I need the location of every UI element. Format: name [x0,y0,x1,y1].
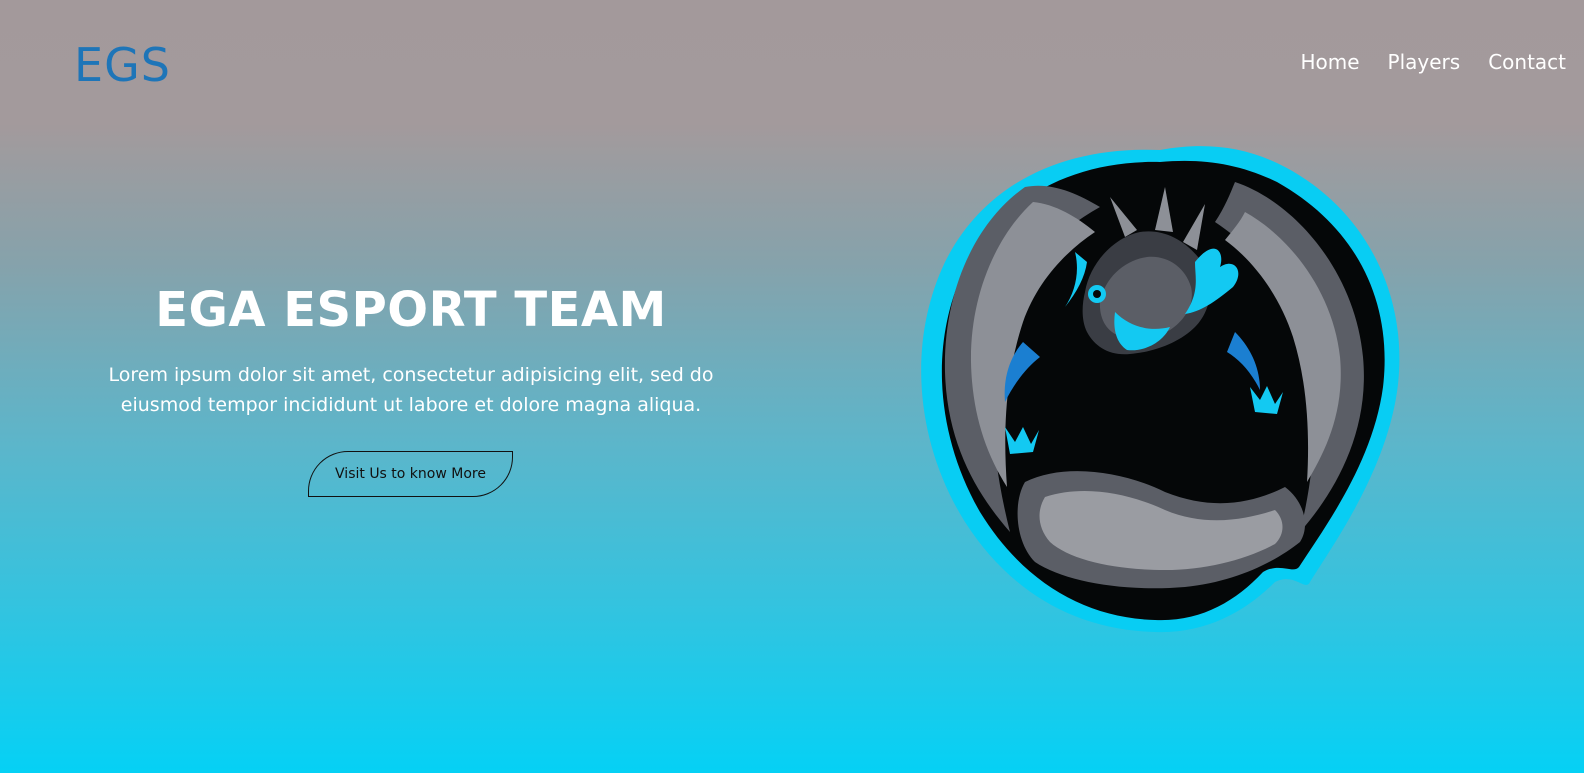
nav-contact[interactable]: Contact [1488,50,1566,74]
dragon-mascot-icon [915,142,1405,636]
hero-title: EGA ESPORT TEAM [155,282,667,338]
dragon-emblem-graphic [921,146,1400,633]
nav-home[interactable]: Home [1300,50,1359,74]
visit-us-button[interactable]: Visit Us to know More [308,451,513,497]
hero-section: EGA ESPORT TEAM Lorem ipsum dolor sit am… [86,282,736,420]
site-logo[interactable]: EGS [74,38,171,92]
main-nav: Home Players Contact [1300,50,1566,74]
hero-description: Lorem ipsum dolor sit amet, consectetur … [108,364,714,416]
nav-players[interactable]: Players [1388,50,1461,74]
